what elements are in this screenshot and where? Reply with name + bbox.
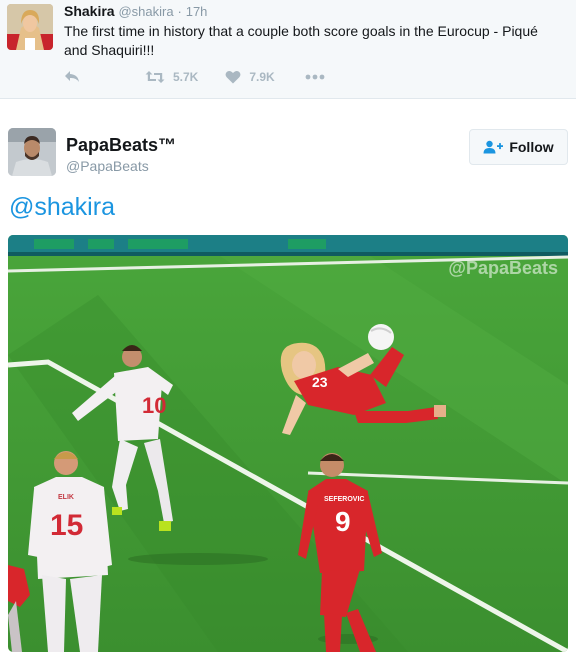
retweet-icon [145,71,165,83]
jersey-number: 23 [312,374,328,390]
tweet-media-image[interactable]: 10 15 ELIK 9 SEFEROVIC 23 @PapaBeats [8,235,568,652]
reply-icon [65,71,79,82]
jersey-number: 15 [50,509,83,542]
reply-button[interactable] [64,70,86,84]
mention-link[interactable]: @shakira [9,193,115,222]
quoted-tweet: Shakira @shakira · 17h The first time in… [0,0,576,99]
image-watermark: @PapaBeats [448,258,558,278]
follow-button[interactable]: Follow [469,129,568,165]
jersey-number: 9 [335,506,351,537]
avatar[interactable] [8,128,56,176]
jersey-name: SEFEROVIC [324,496,364,503]
like-count: 7.9K [249,70,275,84]
retweet-count: 5.7K [173,70,199,84]
author-name[interactable]: PapaBeats™ [66,135,176,156]
like-button[interactable]: 7.9K [225,70,275,84]
author-name[interactable]: Shakira [64,3,115,19]
follow-label: Follow [509,139,554,155]
more-button[interactable] [305,74,325,80]
tweet-actions: 5.7K 7.9K [64,67,325,87]
heart-icon [225,70,241,84]
add-user-icon [483,140,504,154]
avatar[interactable] [7,4,53,50]
jersey-number: 10 [142,393,166,418]
timestamp[interactable]: 17h [186,4,208,19]
retweet-button[interactable]: 5.7K [145,70,198,84]
jersey-name: ELIK [58,494,74,501]
more-icon [305,74,325,80]
tweet-text: The first time in history that a couple … [64,23,538,58]
author-handle[interactable]: @PapaBeats [66,158,149,174]
separator: · [177,4,182,19]
quoted-tweet-header: Shakira @shakira · 17h [64,3,207,19]
author-handle[interactable]: @shakira [118,4,173,19]
